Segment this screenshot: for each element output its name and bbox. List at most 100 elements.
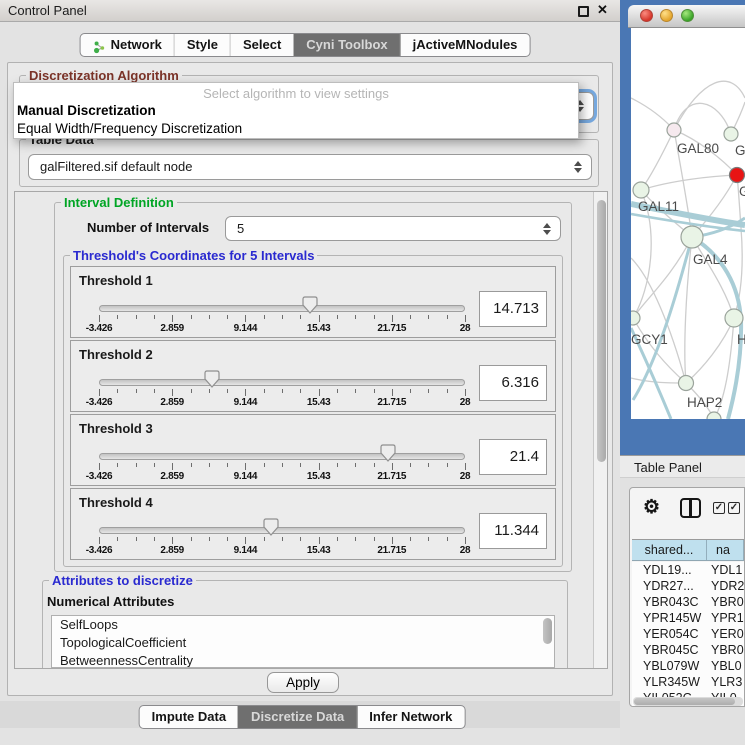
cell-shared-name[interactable]: YBR043C	[632, 594, 711, 610]
cell-name[interactable]: YER0	[711, 626, 744, 642]
threshold-label: Threshold 4	[79, 495, 153, 510]
threshold-panel: Threshold 2 -3.4262.8599.14415.4321.7152…	[70, 340, 556, 412]
combo-spinner-icon[interactable]	[574, 155, 582, 179]
network-node[interactable]	[707, 412, 721, 419]
table-horizontal-scrollbar[interactable]	[633, 697, 743, 706]
list-item-betweennesscentrality[interactable]: BetweennessCentrality	[52, 652, 554, 668]
tab-style-label: Style	[187, 33, 218, 57]
cell-name[interactable]: YLR3	[711, 674, 744, 690]
tab-cyni-toolbox[interactable]: Cyni Toolbox	[293, 34, 399, 56]
slider-thumb-icon[interactable]	[380, 444, 396, 462]
settings-vertical-scrollbar[interactable]	[593, 192, 608, 669]
tab-cyni-toolbox-label: Cyni Toolbox	[306, 33, 387, 57]
cell-shared-name[interactable]: YDR27...	[632, 578, 711, 594]
column-header-shared-name[interactable]: shared...	[632, 540, 707, 560]
cell-shared-name[interactable]: YER054C	[632, 626, 711, 642]
threshold-slider-track[interactable]	[99, 305, 465, 312]
tab-style[interactable]: Style	[174, 34, 230, 56]
number-of-intervals-combobox[interactable]: 5	[225, 216, 561, 241]
cell-shared-name[interactable]: YDL19...	[632, 562, 711, 578]
scrollbar-thumb[interactable]	[597, 200, 606, 462]
gear-icon[interactable]: ⚙	[643, 496, 660, 519]
table-row[interactable]: YER054CYER0	[632, 626, 744, 642]
column-header-name[interactable]: na	[707, 540, 744, 560]
network-node-h[interactable]	[725, 309, 743, 327]
tab-discretize-data[interactable]: Discretize Data	[238, 706, 356, 728]
close-traffic-light-icon[interactable]	[640, 9, 653, 22]
threshold-value-field[interactable]: 6.316	[479, 365, 547, 401]
table-data-combobox[interactable]: galFiltered.sif default node	[28, 154, 592, 180]
cell-shared-name[interactable]: YBL079W	[632, 658, 711, 674]
tab-jactivemnodules[interactable]: jActiveMNodules	[400, 34, 530, 56]
cell-name[interactable]: YDR2	[711, 578, 744, 594]
settings-scroll-area: Interval Definition Number of Intervals …	[14, 191, 608, 669]
tab-impute-data[interactable]: Impute Data	[140, 706, 238, 728]
node-table: ⚙ ✓ ✓ shared... na YDL19...YDL1YDR27...Y…	[629, 487, 745, 707]
slider-thumb-icon[interactable]	[263, 518, 279, 536]
checkbox-icon[interactable]: ✓	[713, 502, 725, 514]
top-tab-bar: Network Style Select Cyni Toolbox jActiveMNo…	[80, 33, 531, 57]
list-scrollbar[interactable]	[543, 618, 552, 644]
slider-ticks	[99, 463, 465, 471]
slider-tick-labels: -3.4262.8599.14415.4321.71528	[99, 397, 465, 408]
table-row[interactable]: YLR345WYLR3	[632, 674, 744, 690]
table-row[interactable]: YPR145WYPR1	[632, 610, 744, 626]
scrollbar-thumb[interactable]	[634, 698, 735, 705]
cell-name[interactable]: YBR0	[711, 594, 744, 610]
tab-select[interactable]: Select	[230, 34, 293, 56]
threshold-value-field[interactable]: 21.4	[479, 439, 547, 475]
threshold-slider-track[interactable]	[99, 527, 465, 534]
table-row[interactable]: YDR27...YDR2	[632, 578, 744, 594]
threshold-value-field[interactable]: 14.713	[479, 291, 547, 327]
slider-tick-labels: -3.4262.8599.14415.4321.71528	[99, 323, 465, 334]
table-row[interactable]: YBR043CYBR0	[632, 594, 744, 610]
table-header-row[interactable]: shared... na	[632, 539, 744, 561]
threshold-slider-track[interactable]	[99, 379, 465, 386]
network-node-ga[interactable]	[724, 127, 738, 141]
slider-tick-labels: -3.4262.8599.14415.4321.71528	[99, 545, 465, 556]
tab-infer-network[interactable]: Infer Network	[356, 706, 464, 728]
network-node-g[interactable]	[730, 168, 745, 183]
dropdown-option-equal-width-frequency-discretization[interactable]: Equal Width/Frequency Discretization	[14, 120, 578, 138]
slider-ticks	[99, 315, 465, 323]
cyni-toolbox-panel: Discretization Algorithm Table Data galF…	[7, 62, 613, 696]
network-canvas[interactable]: GAL80GAGGAL11GAL4GCY1HHAP2	[631, 28, 745, 419]
close-icon[interactable]: ✕	[597, 2, 608, 18]
list-item-selfloops[interactable]: SelfLoops	[52, 616, 554, 634]
table-row[interactable]: YBL079WYBL0	[632, 658, 744, 674]
table-row[interactable]: YBR045CYBR0	[632, 642, 744, 658]
float-window-icon[interactable]	[578, 6, 589, 17]
table-row[interactable]: YDL19...YDL1	[632, 562, 744, 578]
bottom-tab-bar: Impute DataDiscretize DataInfer Network	[139, 705, 466, 729]
cell-name[interactable]: YDL1	[711, 562, 744, 578]
checkbox-icon[interactable]: ✓	[728, 502, 740, 514]
columns-icon[interactable]	[680, 498, 701, 518]
cell-name[interactable]: YPR1	[711, 610, 744, 626]
network-node-gal80[interactable]	[667, 123, 681, 137]
network-node-gcy1[interactable]	[631, 311, 640, 325]
minimize-traffic-light-icon[interactable]	[660, 9, 673, 22]
threshold-slider-track[interactable]	[99, 453, 465, 460]
threshold-value-field[interactable]: 11.344	[479, 513, 547, 549]
tab-network[interactable]: Network	[81, 34, 174, 56]
threshold-label: Threshold 3	[79, 421, 153, 436]
cell-shared-name[interactable]: YPR145W	[632, 610, 711, 626]
tab-network-label: Network	[111, 33, 162, 57]
cell-shared-name[interactable]: YLR345W	[632, 674, 711, 690]
list-item-topologicalcoefficient[interactable]: TopologicalCoefficient	[52, 634, 554, 652]
slider-thumb-icon[interactable]	[204, 370, 220, 388]
cell-name[interactable]: YBL0	[711, 658, 744, 674]
zoom-traffic-light-icon[interactable]	[681, 9, 694, 22]
node-label: GAL80	[677, 141, 719, 156]
group-title-thresholds: Threshold's Coordinates for 5 Intervals	[70, 248, 317, 263]
dropdown-option-manual-discretization[interactable]: Manual Discretization	[14, 102, 578, 120]
slider-thumb-icon[interactable]	[302, 296, 318, 314]
apply-button[interactable]: Apply	[267, 672, 339, 693]
cell-name[interactable]: YBR0	[711, 642, 744, 658]
cell-shared-name[interactable]: YBR045C	[632, 642, 711, 658]
network-node-hap2[interactable]	[679, 376, 694, 391]
network-node-gal11[interactable]	[633, 182, 649, 198]
numerical-attributes-list[interactable]: SelfLoopsTopologicalCoefficientBetweenne…	[51, 615, 555, 668]
network-node-gal4[interactable]	[681, 226, 703, 248]
combo-spinner-icon[interactable]	[543, 217, 551, 240]
